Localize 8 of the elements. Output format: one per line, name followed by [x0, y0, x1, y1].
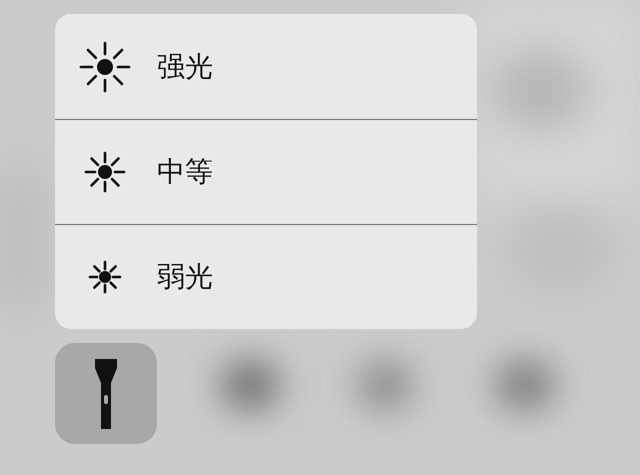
sun-icon [88, 260, 122, 294]
menu-item[interactable]: 弱光 [55, 224, 477, 329]
flashlight-icon [95, 358, 117, 428]
menu-item[interactable]: 中等 [55, 119, 477, 224]
sun-icon [79, 40, 131, 92]
sun-icon [84, 151, 126, 193]
menu-item[interactable]: 强光 [55, 14, 477, 119]
flashlight-button[interactable] [55, 343, 157, 444]
